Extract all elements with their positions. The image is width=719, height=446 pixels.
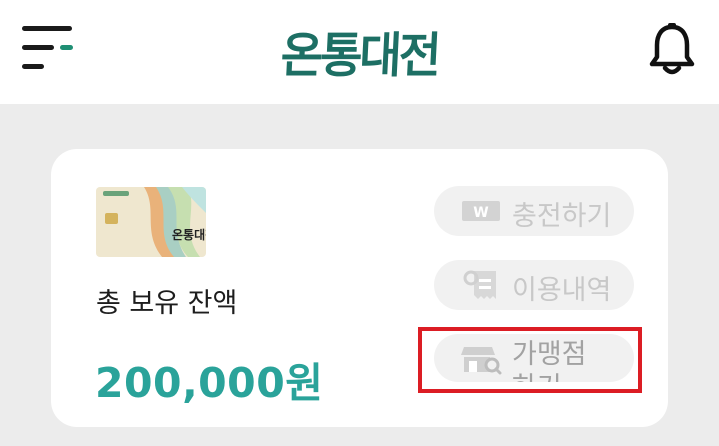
won-icon: W xyxy=(462,201,500,221)
balance-amount: 200,000원 xyxy=(95,359,324,407)
logo-text: 온통대전 xyxy=(279,26,440,84)
svg-text:W: W xyxy=(473,205,488,221)
receipt-icon xyxy=(463,270,496,299)
notification-button[interactable] xyxy=(648,22,696,78)
balance-label: 총 보유 잔액 xyxy=(96,288,238,319)
menu-icon xyxy=(22,26,72,31)
menu-button[interactable] xyxy=(22,26,76,72)
app-logo: 온통대전 xyxy=(250,16,470,88)
charge-label: 충전하기 xyxy=(512,201,612,232)
menu-icon-bar xyxy=(22,45,54,50)
svg-text:온통대전: 온통대전 xyxy=(172,227,206,242)
charge-button[interactable]: W 충전하기 xyxy=(434,186,634,236)
menu-icon-accent xyxy=(60,45,73,50)
history-button[interactable]: 이용내역 xyxy=(434,260,634,310)
history-label: 이용내역 xyxy=(512,275,612,306)
menu-icon-bar xyxy=(22,64,44,69)
highlight-box xyxy=(418,327,642,393)
card-thumbnail: 온통대전 xyxy=(96,187,206,257)
bell-icon xyxy=(649,23,695,75)
app-header: 온통대전 xyxy=(0,0,719,104)
